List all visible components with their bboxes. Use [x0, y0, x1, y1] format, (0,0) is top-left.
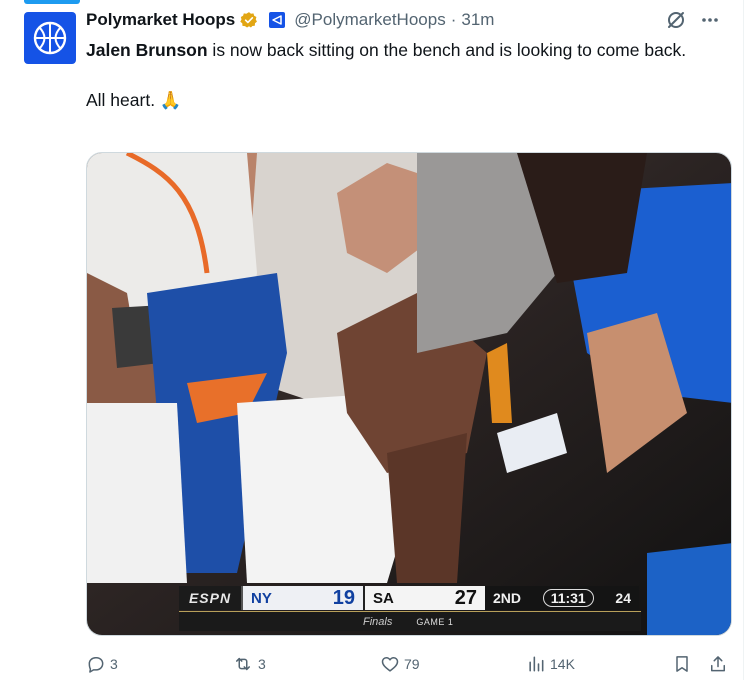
bookmark-icon — [676, 656, 688, 672]
repost-icon — [236, 657, 250, 671]
game-clock-block: 2ND 11:31 24 — [485, 586, 639, 610]
team2-block: SA 27 — [363, 586, 485, 610]
reply-button[interactable]: 3 — [86, 650, 118, 678]
heart-icon — [381, 657, 399, 672]
team1-name: NY — [251, 589, 272, 607]
team1-block: NY 19 — [243, 586, 363, 610]
timestamp[interactable]: 31m — [461, 10, 494, 30]
scoreboard-overlay: ESPN NY 19 SA 27 2ND 11:31 24 Finals GAM… — [179, 585, 641, 633]
grok-icon[interactable] — [666, 10, 686, 30]
like-count: 79 — [404, 656, 420, 672]
finals-logo: Finals — [363, 615, 393, 628]
verified-badge-icon[interactable] — [240, 11, 258, 29]
game-number: GAME 1 — [416, 616, 454, 627]
share-button[interactable] — [708, 650, 728, 678]
top-accent-bar — [24, 0, 80, 4]
video-media[interactable]: ESPN NY 19 SA 27 2ND 11:31 24 Finals GAM… — [86, 152, 732, 636]
separator-dot: · — [450, 10, 457, 29]
more-options-icon[interactable] — [700, 10, 720, 30]
bookmark-button[interactable] — [672, 650, 692, 678]
views-button[interactable]: 14K — [526, 650, 575, 678]
quarter-indicator: 2ND — [493, 590, 522, 606]
tweet-actions: 3 3 79 14K — [86, 650, 730, 678]
team1-score: 19 — [332, 586, 355, 609]
team2-name: SA — [373, 589, 394, 607]
reply-count: 3 — [110, 656, 118, 672]
view-count: 14K — [550, 656, 575, 672]
network-logo: ESPN — [179, 586, 243, 610]
shot-clock: 24 — [615, 590, 631, 606]
tweet-body: is now back sitting on the bench and is … — [207, 40, 687, 60]
share-icon — [711, 656, 725, 672]
team2-score: 27 — [454, 586, 477, 609]
tweet-header: Polymarket Hoops @PolymarketHoops · 31m — [86, 7, 720, 33]
reply-icon — [88, 657, 104, 673]
like-button[interactable]: 79 — [380, 650, 420, 678]
video-frame — [87, 153, 731, 635]
game-clock: 11:31 — [542, 589, 594, 607]
tweet-text: Jalen Brunson is now back sitting on the… — [86, 38, 716, 113]
display-name[interactable]: Polymarket Hoops — [86, 10, 235, 30]
mention-name: Jalen Brunson — [86, 40, 208, 60]
affiliate-badge-icon[interactable] — [268, 11, 286, 29]
repost-button[interactable]: 3 — [232, 650, 266, 678]
author-handle[interactable]: @PolymarketHoops — [294, 10, 445, 30]
tweet-line-2: All heart. 🙏 — [86, 90, 182, 110]
analytics-icon — [529, 656, 544, 672]
basketball-logo-icon — [33, 21, 67, 55]
avatar[interactable] — [24, 12, 76, 64]
scoreboard-main-row: ESPN NY 19 SA 27 2ND 11:31 24 — [179, 585, 639, 611]
repost-count: 3 — [258, 656, 266, 672]
scoreboard-subrow: Finals GAME 1 — [179, 611, 641, 631]
